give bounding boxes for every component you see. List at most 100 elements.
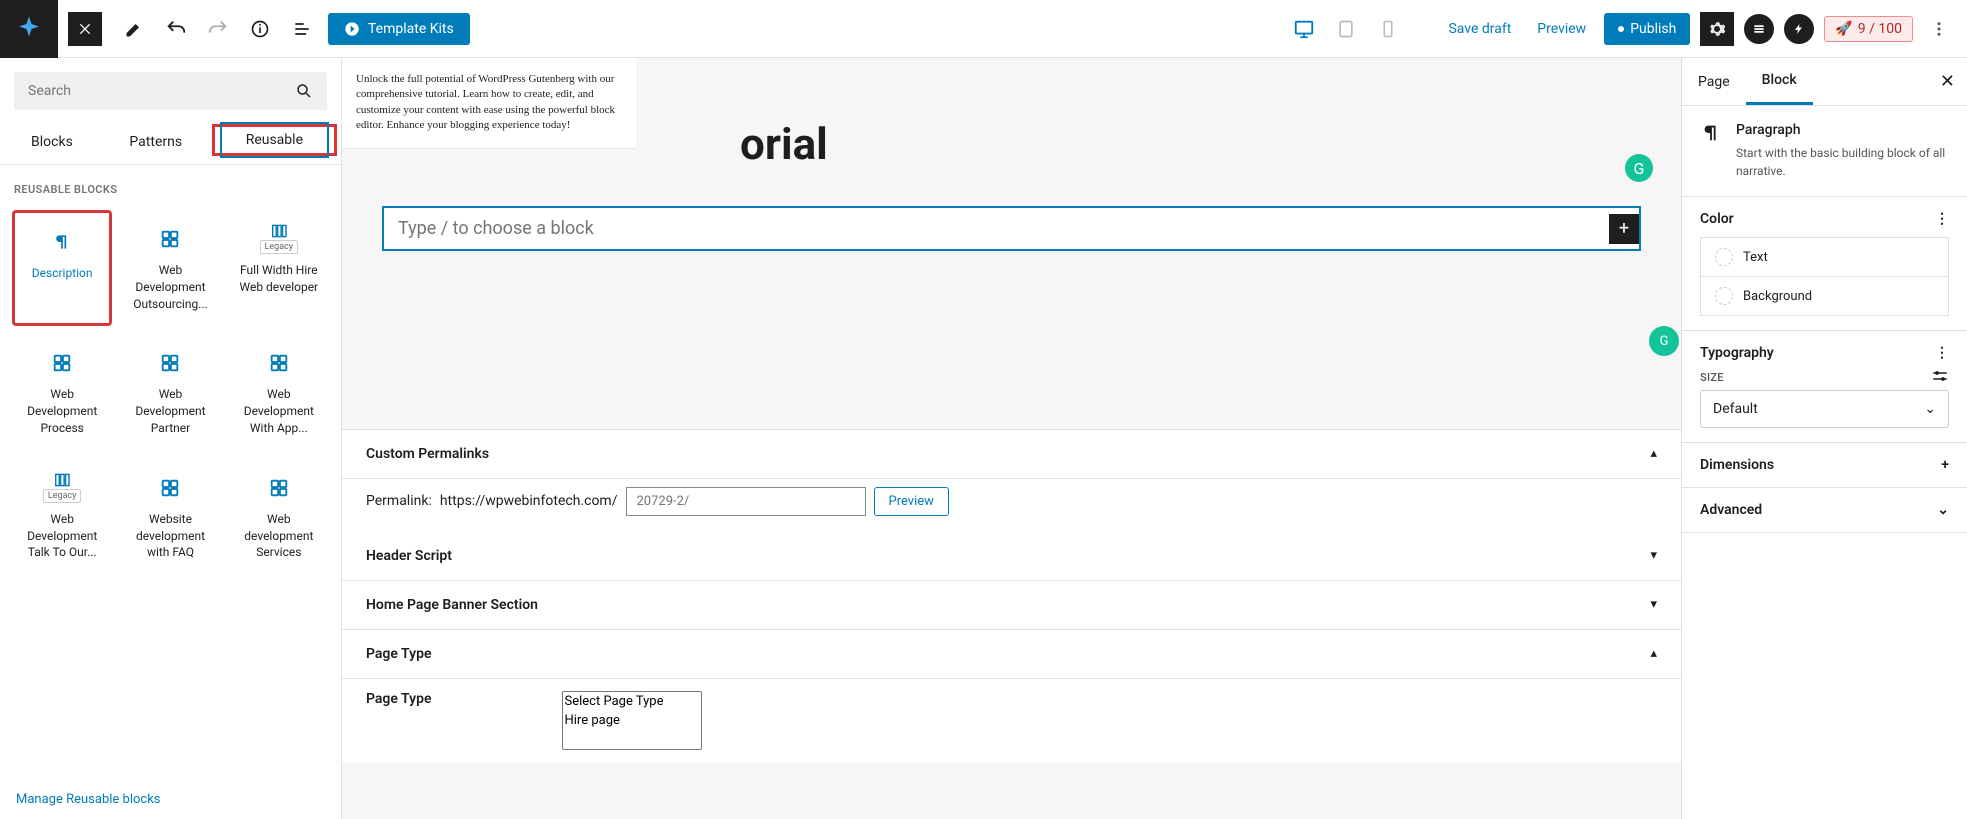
color-bg-row[interactable]: Background bbox=[1700, 276, 1949, 316]
plugin-icon-2[interactable] bbox=[1784, 14, 1814, 44]
block-web-dev-partner[interactable]: Web Development Partner bbox=[120, 334, 220, 450]
score-value: 9 / 100 bbox=[1858, 21, 1902, 37]
reusable-section-label: REUSABLE BLOCKS bbox=[0, 165, 341, 202]
more-options-icon[interactable] bbox=[1923, 13, 1955, 45]
more-options-icon[interactable]: ⋮ bbox=[1935, 211, 1949, 227]
collapse-up-icon: ▴ bbox=[1650, 646, 1657, 661]
group-icon bbox=[268, 473, 290, 503]
redo-icon[interactable] bbox=[202, 13, 234, 45]
manage-reusable-link[interactable]: Manage Reusable blocks bbox=[0, 780, 341, 819]
sidebar-tabs: Page Block ✕ bbox=[1682, 58, 1967, 106]
rocket-icon: 🚀 bbox=[1835, 21, 1852, 37]
custom-permalinks-panel[interactable]: Custom Permalinks ▴ bbox=[342, 430, 1681, 479]
block-web-dev-services[interactable]: Web development Services bbox=[229, 459, 329, 575]
empty-block[interactable]: + bbox=[382, 206, 1641, 251]
block-input[interactable] bbox=[384, 208, 1609, 249]
preview-link[interactable]: Preview bbox=[1529, 13, 1594, 45]
seo-score-badge[interactable]: 🚀 9 / 100 bbox=[1824, 16, 1913, 42]
main-layout: Blocks Patterns Reusable REUSABLE BLOCKS… bbox=[0, 58, 1967, 819]
block-full-width-hire[interactable]: Legacy Full Width Hire Web developer bbox=[229, 210, 329, 326]
expand-down-icon: ▾ bbox=[1650, 548, 1657, 563]
home-banner-panel[interactable]: Home Page Banner Section ▾ bbox=[342, 581, 1681, 630]
advanced-panel[interactable]: Advanced ⌄ bbox=[1682, 488, 1967, 533]
permalink-base: https://wpwebinfotech.com/ bbox=[440, 493, 618, 509]
edit-icon[interactable] bbox=[118, 13, 150, 45]
page-type-row: Page Type Select Page Type Hire page bbox=[342, 679, 1681, 762]
dimensions-panel[interactable]: Dimensions + bbox=[1682, 443, 1967, 488]
block-preview-tooltip: Unlock the full potential of WordPress G… bbox=[342, 58, 636, 149]
block-desc-text: Start with the basic building block of a… bbox=[1736, 144, 1949, 180]
page-type-panel[interactable]: Page Type ▴ bbox=[342, 630, 1681, 679]
group-icon bbox=[51, 348, 73, 378]
block-name: Paragraph bbox=[1736, 122, 1949, 138]
top-toolbar: Template Kits Save draft Preview Publish… bbox=[0, 0, 1967, 58]
list-view-icon[interactable] bbox=[286, 13, 318, 45]
paragraph-icon bbox=[52, 227, 72, 257]
block-description-panel: Paragraph Start with the basic building … bbox=[1682, 106, 1967, 197]
group-icon bbox=[159, 224, 181, 254]
tab-patterns[interactable]: Patterns bbox=[104, 120, 208, 164]
block-website-dev-faq[interactable]: Website development with FAQ bbox=[120, 459, 220, 575]
plugin-icon-1[interactable] bbox=[1744, 14, 1774, 44]
tab-reusable[interactable]: Reusable bbox=[208, 120, 341, 164]
settings-sidebar: Page Block ✕ Paragraph Start with the ba… bbox=[1681, 58, 1967, 819]
info-icon[interactable] bbox=[244, 13, 276, 45]
publish-label: Publish bbox=[1630, 21, 1676, 37]
color-text-row[interactable]: Text bbox=[1700, 237, 1949, 276]
typography-panel: Typography ⋮ SIZE Default ⌄ bbox=[1682, 331, 1967, 443]
block-web-dev-app[interactable]: Web Development With App... bbox=[229, 334, 329, 450]
size-select[interactable]: Default ⌄ bbox=[1700, 390, 1949, 428]
grammarly-icon[interactable]: G bbox=[1625, 154, 1653, 182]
expand-down-icon: ▾ bbox=[1650, 597, 1657, 612]
undo-icon[interactable] bbox=[160, 13, 192, 45]
chevron-down-icon: ⌄ bbox=[1937, 502, 1949, 518]
meta-boxes: Custom Permalinks ▴ Permalink: https://w… bbox=[342, 429, 1681, 762]
more-options-icon[interactable]: ⋮ bbox=[1935, 345, 1949, 361]
group-icon bbox=[159, 473, 181, 503]
close-inserter-button[interactable] bbox=[68, 12, 102, 46]
size-label: SIZE bbox=[1700, 371, 1724, 384]
page-type-label: Page Type bbox=[366, 691, 432, 707]
permalink-input[interactable] bbox=[626, 487, 866, 516]
plus-icon[interactable]: + bbox=[1941, 457, 1949, 473]
block-web-dev-outsourcing[interactable]: Web Development Outsourcing... bbox=[120, 210, 220, 326]
permalink-preview-button[interactable]: Preview bbox=[874, 487, 949, 516]
inserter-panel: Blocks Patterns Reusable REUSABLE BLOCKS… bbox=[0, 58, 342, 819]
color-panel: Color ⋮ Text Background bbox=[1682, 197, 1967, 331]
bg-color-swatch bbox=[1715, 287, 1733, 305]
mobile-view-icon[interactable] bbox=[1372, 13, 1404, 45]
block-description[interactable]: Description bbox=[12, 210, 112, 326]
group-icon bbox=[159, 348, 181, 378]
text-color-swatch bbox=[1715, 248, 1733, 266]
editor-canvas: Unlock the full potential of WordPress G… bbox=[342, 58, 1681, 819]
add-block-button[interactable]: + bbox=[1609, 214, 1639, 244]
columns-icon: Legacy bbox=[43, 473, 82, 503]
page-title-fragment[interactable]: orial bbox=[740, 118, 828, 170]
desktop-view-icon[interactable] bbox=[1288, 13, 1320, 45]
publish-button[interactable]: Publish bbox=[1604, 13, 1690, 45]
wp-logo[interactable] bbox=[0, 0, 58, 58]
block-web-dev-process[interactable]: Web Development Process bbox=[12, 334, 112, 450]
search-box[interactable] bbox=[14, 72, 327, 110]
page-type-select[interactable]: Select Page Type Hire page bbox=[562, 691, 702, 750]
group-icon bbox=[268, 348, 290, 378]
inserter-tabs: Blocks Patterns Reusable bbox=[0, 120, 341, 165]
tab-page[interactable]: Page bbox=[1682, 60, 1746, 104]
size-settings-icon[interactable] bbox=[1931, 369, 1949, 383]
block-web-dev-talk[interactable]: Legacy Web Development Talk To Our... bbox=[12, 459, 112, 575]
columns-icon: Legacy bbox=[260, 224, 299, 254]
collapse-up-icon: ▴ bbox=[1650, 446, 1657, 461]
header-script-panel[interactable]: Header Script ▾ bbox=[342, 532, 1681, 581]
tab-blocks[interactable]: Blocks bbox=[0, 120, 104, 164]
template-kits-label: Template Kits bbox=[368, 21, 454, 37]
tab-block[interactable]: Block bbox=[1746, 58, 1813, 105]
tablet-view-icon[interactable] bbox=[1330, 13, 1362, 45]
close-sidebar-icon[interactable]: ✕ bbox=[1928, 59, 1967, 104]
chevron-down-icon: ⌄ bbox=[1924, 401, 1936, 417]
grammarly-icon-2[interactable]: G bbox=[1649, 326, 1679, 356]
reusable-blocks-grid: Description Web Development Outsourcing.… bbox=[0, 202, 341, 583]
settings-icon[interactable] bbox=[1700, 12, 1734, 46]
search-input[interactable] bbox=[28, 83, 295, 99]
template-kits-button[interactable]: Template Kits bbox=[328, 13, 470, 45]
save-draft-link[interactable]: Save draft bbox=[1440, 13, 1519, 45]
